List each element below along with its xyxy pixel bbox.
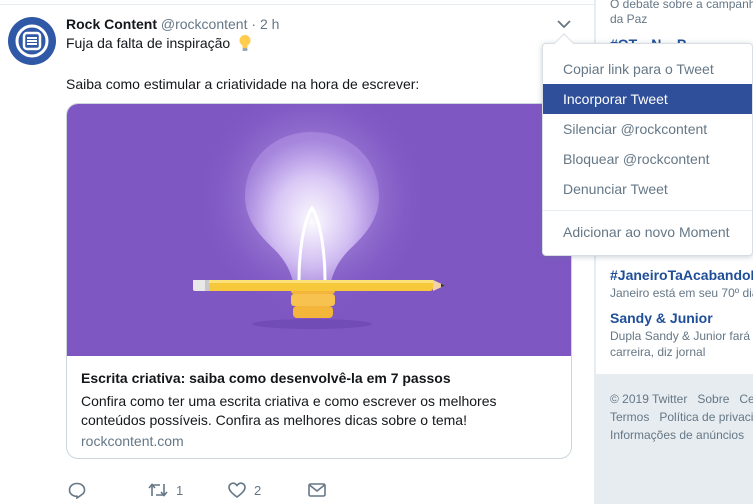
card-title[interactable]: Escrita criativa: saiba como desenvolvê-… <box>81 370 451 386</box>
tweet-text-line-1: Fuja da falta de inspiração <box>66 34 252 55</box>
footer-link-about[interactable]: Sobre <box>697 392 729 406</box>
menu-item-report[interactable]: Denunciar Tweet <box>543 174 752 204</box>
footer-row: © 2019 Twitter Sobre Ce <box>610 390 753 408</box>
footer-link-terms[interactable]: Termos <box>610 410 649 424</box>
like-button[interactable]: 2 <box>228 480 261 500</box>
author-name[interactable]: Rock Content <box>66 16 157 32</box>
light-bulb-and-pencil-illustration <box>192 104 445 329</box>
trend-description: Dupla Sandy & Junior fará <box>610 329 751 343</box>
tweet-options-menu: Copiar link para o Tweet Incorporar Twee… <box>542 33 753 256</box>
envelope-icon <box>308 483 326 497</box>
author-handle[interactable]: @rockcontent <box>161 16 248 32</box>
light-bulb-icon <box>238 34 252 55</box>
retweet-count: 1 <box>176 482 184 498</box>
separator-dot: · <box>251 16 257 32</box>
card-image[interactable] <box>67 104 571 356</box>
link-card[interactable]: Escrita criativa: saiba como desenvolvê-… <box>66 103 572 459</box>
rock-content-logo-icon <box>15 24 49 58</box>
tweet-time[interactable]: 2 h <box>260 16 279 32</box>
trend-tag[interactable]: #JaneiroTaAcabandoE <box>610 267 753 283</box>
tweet-actions: 1 2 <box>66 480 366 502</box>
trend-description: carreira, diz jornal <box>610 345 706 359</box>
divider <box>0 0 595 5</box>
footer-link-ads[interactable]: Informações de anúncios <box>610 428 744 442</box>
menu-item-mute[interactable]: Silenciar @rockcontent <box>543 114 752 144</box>
reply-icon <box>68 482 86 499</box>
footer-row: Informações de anúncios <box>610 426 744 444</box>
trend-description: da Paz <box>610 12 648 26</box>
card-domain[interactable]: rockcontent.com <box>81 433 184 449</box>
tweet-text: Fuja da falta de inspiração <box>66 35 231 52</box>
trend-tag[interactable]: Sandy & Junior <box>610 310 713 326</box>
menu-item-embed-tweet[interactable]: Incorporar Tweet <box>543 84 752 114</box>
chevron-down-icon[interactable] <box>554 14 574 34</box>
tweet-text-line-2: Saiba como estimular a criatividade na h… <box>66 76 420 92</box>
footer-row: Termos Política de privaci <box>610 408 753 426</box>
menu-divider <box>543 210 752 211</box>
footer-link-center[interactable]: Ce <box>739 392 753 406</box>
retweet-icon <box>148 483 168 497</box>
footer-copyright: © 2019 Twitter <box>610 392 688 406</box>
direct-message-button[interactable] <box>308 480 326 500</box>
like-count: 2 <box>254 482 262 498</box>
retweet-button[interactable]: 1 <box>148 480 183 500</box>
trend-description: Janeiro está em seu 70º dia <box>610 286 753 300</box>
footer-link-privacy[interactable]: Política de privaci <box>659 410 753 424</box>
avatar[interactable] <box>8 17 56 65</box>
card-description: Confira como ter uma escrita criativa e … <box>81 393 497 428</box>
menu-item-block[interactable]: Bloquear @rockcontent <box>543 144 752 174</box>
tweet[interactable]: Rock Content @rockcontent · 2 h Fuja da … <box>0 0 595 504</box>
reply-button[interactable] <box>68 480 86 500</box>
heart-icon <box>228 482 246 498</box>
menu-item-add-to-moment[interactable]: Adicionar ao novo Moment <box>543 217 752 247</box>
tweet-header: Rock Content @rockcontent · 2 h <box>66 16 279 32</box>
menu-item-copy-link[interactable]: Copiar link para o Tweet <box>543 54 752 84</box>
